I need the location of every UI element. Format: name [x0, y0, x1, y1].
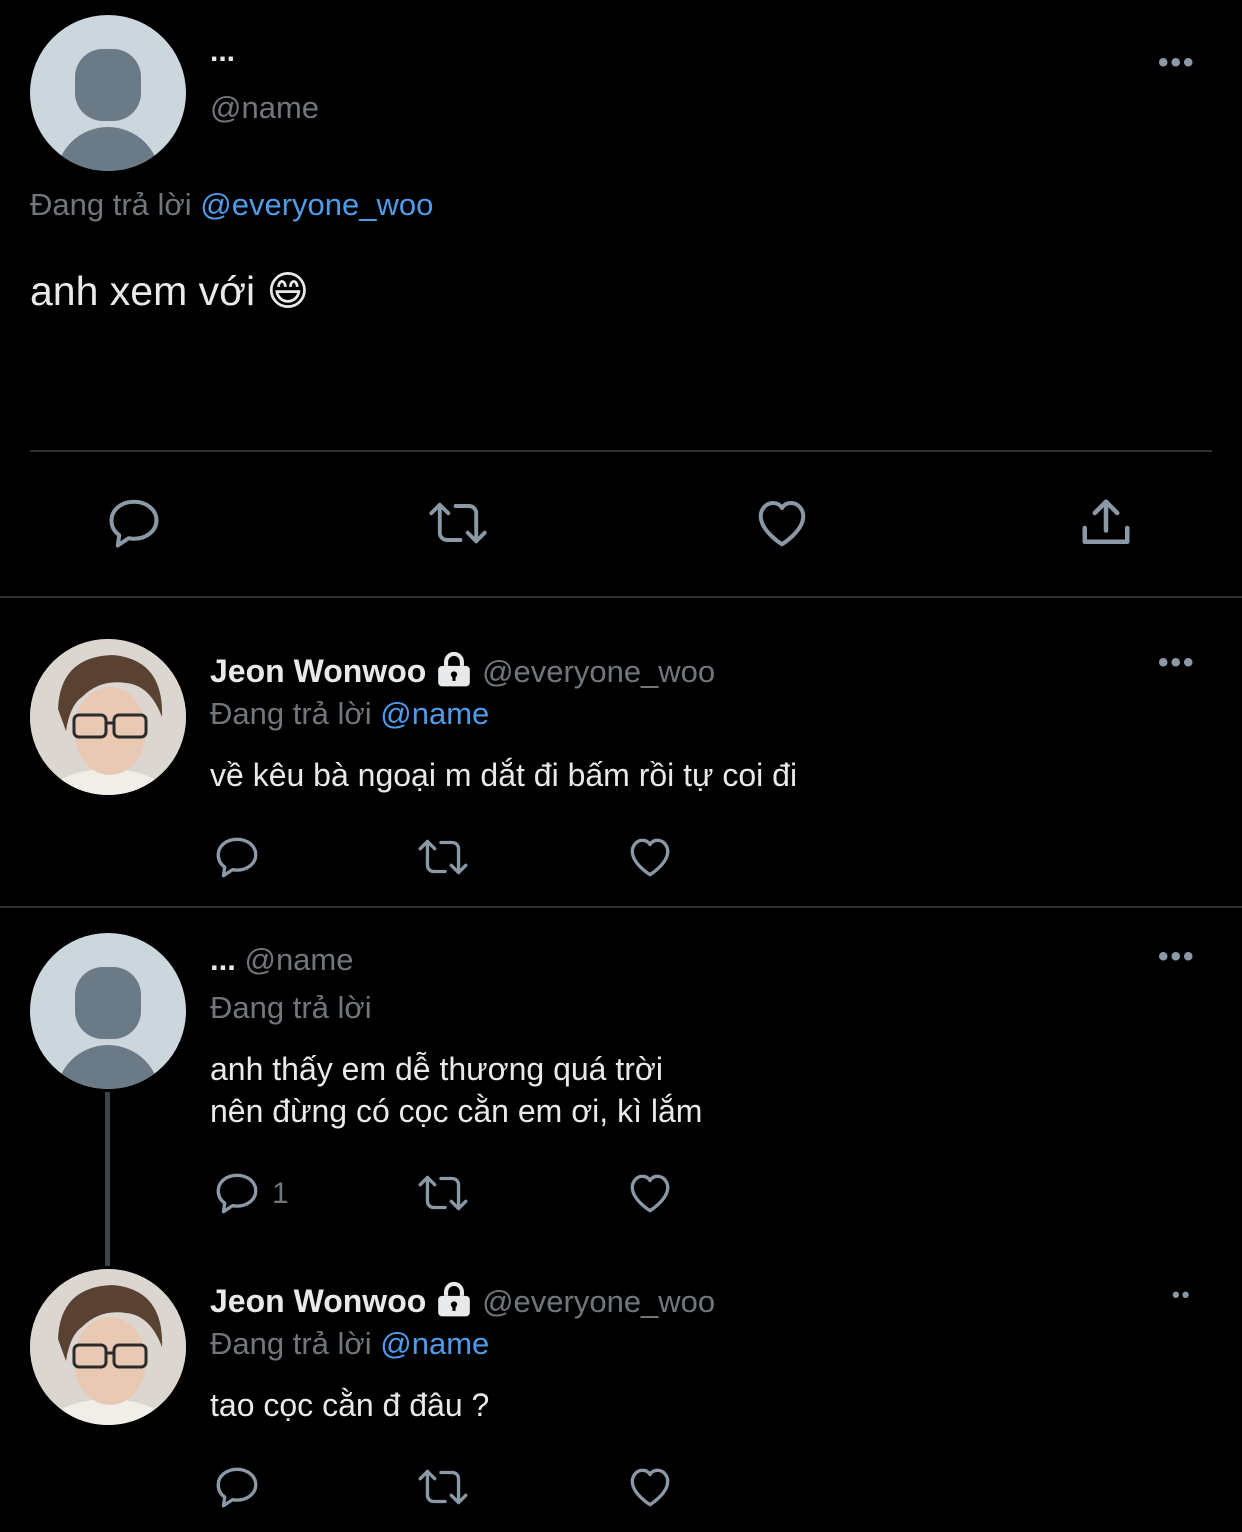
- avatar[interactable]: [30, 15, 186, 171]
- like-icon[interactable]: [625, 1462, 675, 1512]
- tweet-header: Jeon Wonwoo @everyone_woo: [210, 1280, 715, 1327]
- reply-context: Đang trả lời @everyone_woo: [30, 186, 433, 224]
- tweet-text-line: nên đừng có cọc cằn em ơi, kì lắm: [210, 1093, 703, 1129]
- reply-context: Đang trả lời @name: [210, 695, 489, 733]
- reply-icon[interactable]: [104, 493, 164, 553]
- default-avatar-body: [56, 127, 160, 171]
- section-divider: [0, 596, 1242, 598]
- avatar[interactable]: [30, 1269, 186, 1425]
- lock-icon: [435, 650, 473, 697]
- tweet-header: ... @name: [210, 941, 353, 979]
- display-name[interactable]: Jeon Wonwoo: [210, 1283, 426, 1319]
- default-avatar-head: [75, 49, 141, 121]
- thread-line: [105, 1092, 110, 1266]
- more-options-icon[interactable]: •••: [1158, 48, 1196, 78]
- reply-prefix: Đang trả lời: [30, 187, 192, 222]
- reply-prefix: Đang trả lời: [210, 1326, 372, 1361]
- display-name[interactable]: ...: [210, 34, 235, 70]
- reply-context: Đang trả lời: [210, 989, 372, 1027]
- tweet-text: về kêu bà ngoại m dắt đi bấm rồi tự coi …: [210, 757, 798, 793]
- retweet-icon[interactable]: [414, 1168, 472, 1218]
- reply-icon[interactable]: [212, 832, 262, 882]
- avatar-photo-icon: [30, 1269, 186, 1425]
- more-options-icon[interactable]: ••: [1172, 1280, 1191, 1310]
- share-icon[interactable]: [1076, 493, 1136, 553]
- display-name[interactable]: ...: [210, 942, 236, 977]
- divider: [30, 450, 1212, 452]
- handle[interactable]: @name: [244, 942, 353, 977]
- like-icon[interactable]: [625, 832, 675, 882]
- reply-icon[interactable]: [212, 1168, 262, 1218]
- tweet-header: Jeon Wonwoo @everyone_woo: [210, 650, 715, 697]
- reply-icon[interactable]: [212, 1462, 262, 1512]
- handle[interactable]: @everyone_woo: [482, 1284, 715, 1319]
- more-options-icon[interactable]: •••: [1158, 942, 1196, 972]
- like-icon[interactable]: [752, 493, 812, 553]
- handle[interactable]: @name: [210, 89, 319, 127]
- reply-prefix: Đang trả lời: [210, 990, 372, 1025]
- reply-to-link[interactable]: @everyone_woo: [200, 187, 433, 222]
- retweet-icon[interactable]: [414, 832, 472, 882]
- default-avatar-body: [56, 1045, 160, 1089]
- more-options-icon[interactable]: •••: [1158, 648, 1196, 678]
- retweet-icon[interactable]: [424, 493, 492, 553]
- handle[interactable]: @everyone_woo: [482, 654, 715, 689]
- retweet-icon[interactable]: [414, 1462, 472, 1512]
- reply-context: Đang trả lời @name: [210, 1325, 489, 1363]
- like-icon[interactable]: [625, 1168, 675, 1218]
- lock-icon: [435, 1280, 473, 1327]
- reply-prefix: Đang trả lời: [210, 696, 372, 731]
- display-name[interactable]: Jeon Wonwoo: [210, 653, 426, 689]
- reply-to-link[interactable]: @name: [380, 1326, 489, 1361]
- section-divider: [0, 906, 1242, 908]
- avatar[interactable]: [30, 933, 186, 1089]
- avatar[interactable]: [30, 639, 186, 795]
- tweet-text: anh xem với 😄: [30, 268, 310, 314]
- avatar-photo-icon: [30, 639, 186, 795]
- reply-count: 1: [272, 1177, 289, 1210]
- tweet-text: tao cọc cằn đ đâu ?: [210, 1387, 490, 1423]
- default-avatar-head: [75, 967, 141, 1039]
- reply-to-link[interactable]: @name: [380, 696, 489, 731]
- tweet-text-line: anh thấy em dễ thương quá trời: [210, 1051, 663, 1087]
